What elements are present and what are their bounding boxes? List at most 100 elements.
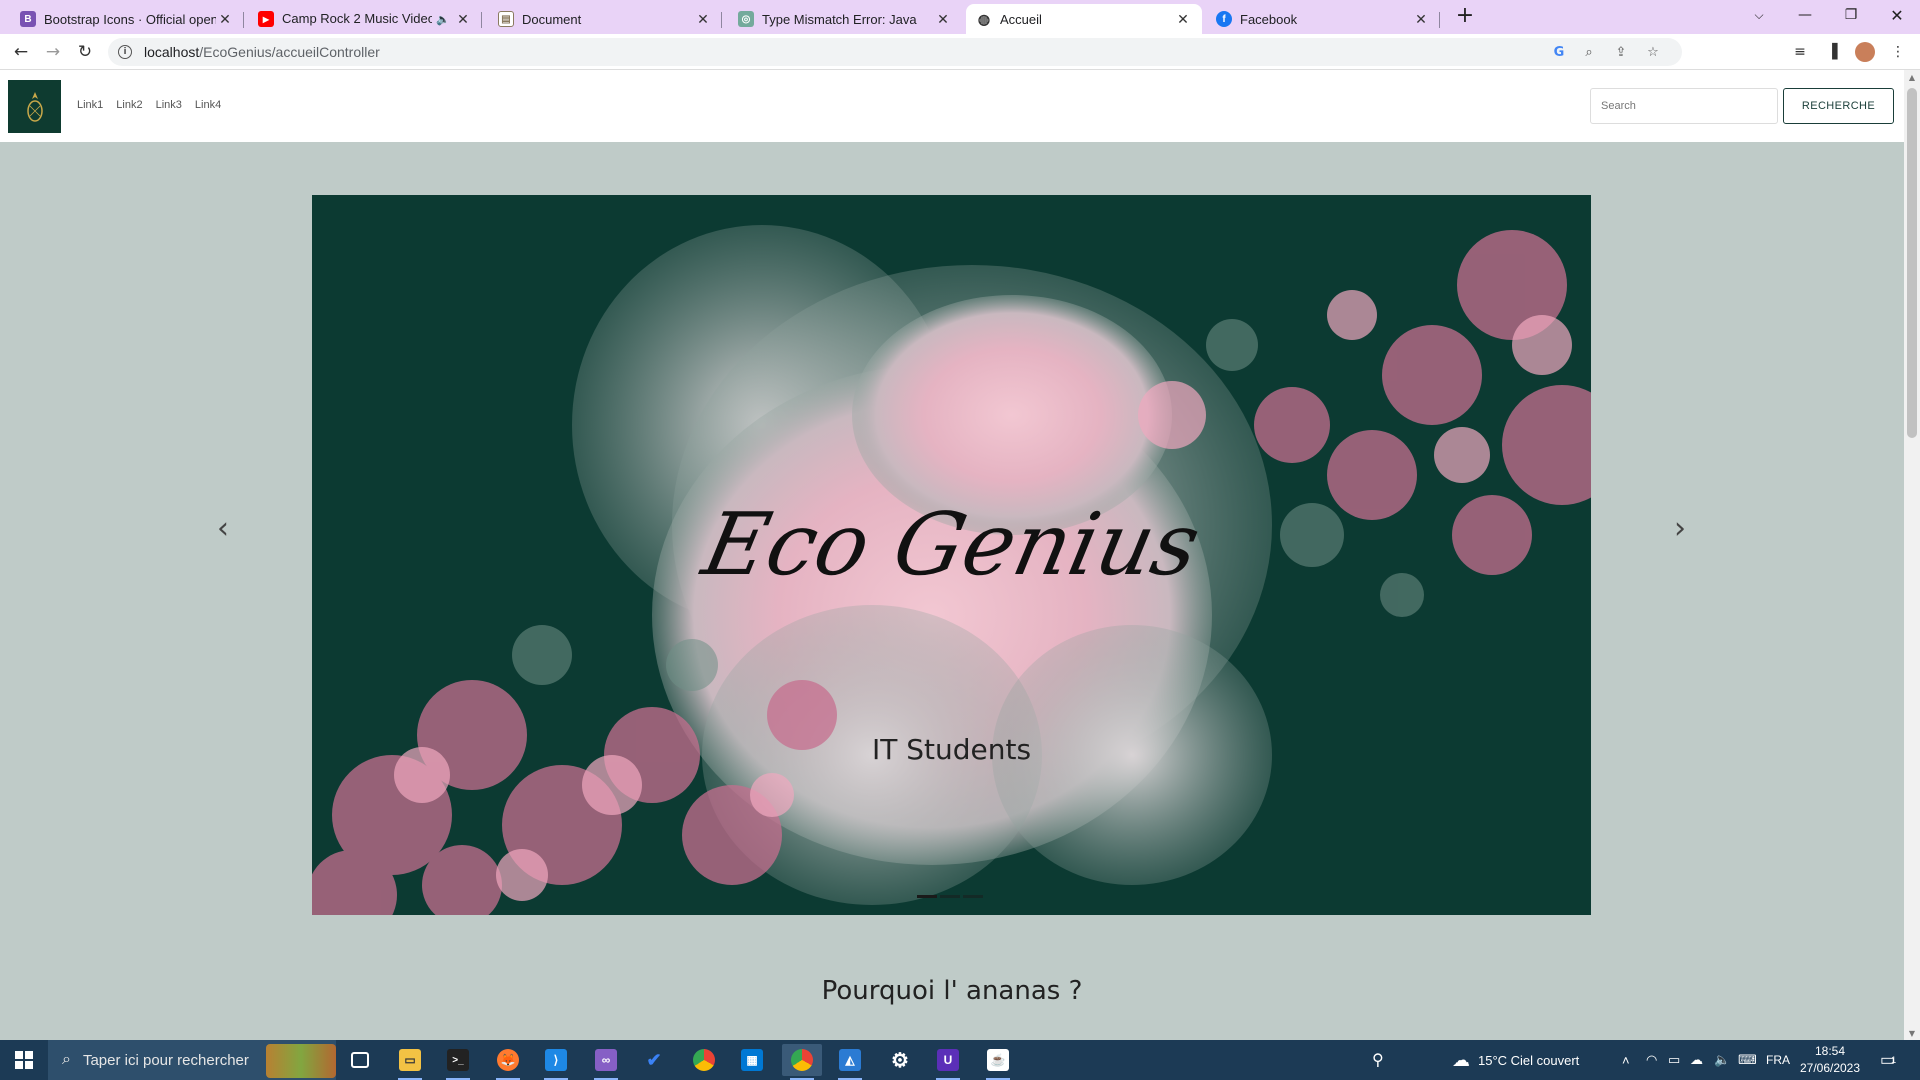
close-icon[interactable]: ✕: [694, 11, 712, 28]
tab-title: Camp Rock 2 Music Videos 🎵: [282, 11, 433, 26]
google-lens-icon[interactable]: G: [1550, 43, 1568, 61]
clock-time: 18:54: [1814, 1044, 1846, 1058]
carousel-prev-icon[interactable]: ‹: [208, 508, 238, 548]
tab-search-chevron-icon[interactable]: ⌵: [1736, 0, 1782, 30]
nav-link-2[interactable]: Link2: [116, 99, 142, 111]
todo-icon[interactable]: ✔: [634, 1044, 674, 1076]
tab-accueil[interactable]: ◍ Accueil ✕: [966, 4, 1202, 34]
tray-chevron-icon[interactable]: ˄: [1622, 1040, 1630, 1080]
chrome-icon[interactable]: [684, 1044, 724, 1076]
reading-list-icon[interactable]: ≡: [1790, 42, 1810, 62]
onedrive-icon[interactable]: ☁: [1690, 1040, 1703, 1080]
audio-playing-icon[interactable]: 🔈: [436, 13, 450, 26]
share-icon[interactable]: ⇪: [1612, 43, 1630, 61]
tab-document[interactable]: ▤ Document ✕: [488, 4, 722, 34]
java-icon[interactable]: ☕: [978, 1044, 1018, 1080]
close-icon[interactable]: ✕: [216, 11, 234, 28]
terminal-icon[interactable]: >_: [438, 1044, 478, 1080]
carousel-next-icon[interactable]: ›: [1665, 508, 1695, 548]
scroll-up-icon[interactable]: ▲: [1904, 70, 1920, 84]
url-text[interactable]: localhost/EcoGenius/accueilController: [144, 44, 380, 60]
visual-studio-icon[interactable]: ∞: [586, 1044, 626, 1080]
site-logo[interactable]: [8, 80, 61, 133]
bookmark-star-icon[interactable]: ☆: [1644, 43, 1662, 61]
side-panel-icon[interactable]: ▐: [1822, 42, 1842, 62]
windows-start-button[interactable]: [0, 1040, 48, 1080]
tab-facebook[interactable]: f Facebook ✕: [1206, 4, 1440, 34]
tab-bootstrap-icons[interactable]: B Bootstrap Icons · Official open so ✕: [10, 4, 244, 34]
carousel-subtitle: IT Students: [871, 733, 1032, 766]
site-info-icon[interactable]: i: [118, 45, 132, 59]
firefox-icon[interactable]: 🦊: [488, 1044, 528, 1080]
language-indicator[interactable]: FRA: [1766, 1040, 1790, 1080]
url-path: /EcoGenius/accueilController: [199, 44, 380, 60]
pineapple-logo-icon: [26, 91, 43, 122]
file-explorer-icon[interactable]: ▭: [390, 1044, 430, 1080]
carousel-indicator-2[interactable]: [940, 895, 960, 898]
windows-taskbar: ⌕ Taper ici pour rechercher ▭ >_ 🦊 ⟩ ∞ ✔…: [0, 1040, 1920, 1080]
search-input[interactable]: Search: [1590, 88, 1778, 124]
ultraedit-icon[interactable]: U: [928, 1044, 968, 1080]
people-icon[interactable]: ⚲: [1372, 1040, 1384, 1080]
chrome-active-icon[interactable]: [782, 1044, 822, 1080]
search-icon: ⌕: [62, 1051, 71, 1068]
tab-title: Accueil: [1000, 11, 1042, 27]
nav-link-3[interactable]: Link3: [156, 99, 182, 111]
page-scrollbar[interactable]: ▲ ▼: [1904, 70, 1920, 1040]
menu-kebab-icon[interactable]: ⋮: [1888, 42, 1908, 62]
scrollbar-thumb[interactable]: [1907, 88, 1917, 438]
search-button[interactable]: RECHERCHE: [1783, 88, 1894, 124]
carousel-indicator-1[interactable]: [917, 895, 937, 898]
taskbar-search-placeholder: Taper ici pour rechercher: [82, 1051, 249, 1069]
notification-center-icon[interactable]: ▭ 1: [1880, 1040, 1896, 1080]
close-icon[interactable]: ✕: [1174, 11, 1192, 28]
url-host: localhost: [144, 44, 200, 60]
nav-link-1[interactable]: Link1: [77, 99, 103, 111]
notification-count: 1: [1891, 1055, 1897, 1065]
tab-title: Facebook: [1240, 11, 1298, 27]
search-highlight-image: [266, 1044, 336, 1078]
wifi-icon[interactable]: ◠: [1646, 1040, 1657, 1080]
restore-button[interactable]: ❐: [1828, 0, 1874, 30]
tab-title: Document: [522, 11, 582, 27]
task-view-icon[interactable]: [340, 1044, 380, 1076]
nav-link-4[interactable]: Link4: [195, 99, 221, 111]
close-icon[interactable]: ✕: [1412, 11, 1430, 28]
page-viewport: Link1 Link2 Link3 Link4 Search RECHERCHE: [0, 70, 1904, 1040]
browser-toolbar: ← → ↻ i localhost/EcoGenius/accueilContr…: [0, 34, 1920, 70]
volume-icon[interactable]: 🔈: [1714, 1040, 1730, 1080]
profile-avatar[interactable]: [1855, 42, 1875, 62]
weather-widget[interactable]: ☁ 15°C Ciel couvert: [1452, 1040, 1579, 1080]
carousel-indicator-3[interactable]: [963, 895, 983, 898]
forward-button[interactable]: →: [41, 40, 65, 64]
reload-button[interactable]: ↻: [73, 40, 97, 64]
document-icon: ▤: [498, 11, 514, 27]
photos-icon[interactable]: ◭: [830, 1044, 870, 1080]
chatgpt-icon: ◎: [738, 11, 754, 27]
close-icon[interactable]: ✕: [934, 11, 952, 28]
system-clock[interactable]: 18:54 27/06/2023: [1795, 1043, 1865, 1077]
tab-title: Type Mismatch Error: Java: [762, 11, 917, 27]
microsoft-store-icon[interactable]: ▦: [732, 1044, 772, 1076]
youtube-icon: ▶: [258, 11, 274, 27]
back-button[interactable]: ←: [9, 40, 33, 64]
cloud-weather-icon: ☁: [1452, 1049, 1470, 1070]
carousel-title: Eco Genius: [694, 495, 1209, 595]
vscode-icon[interactable]: ⟩: [536, 1044, 576, 1080]
address-bar[interactable]: i localhost/EcoGenius/accueilController …: [108, 38, 1682, 66]
minimize-button[interactable]: —: [1782, 0, 1828, 30]
zoom-icon[interactable]: ⌕: [1580, 43, 1598, 61]
close-window-button[interactable]: ✕: [1874, 0, 1920, 30]
scroll-down-icon[interactable]: ▼: [1904, 1026, 1920, 1040]
close-icon[interactable]: ✕: [454, 11, 472, 28]
tab-type-mismatch[interactable]: ◎ Type Mismatch Error: Java ✕: [728, 4, 962, 34]
battery-icon[interactable]: ▭: [1668, 1040, 1680, 1080]
new-tab-button[interactable]: +: [1442, 0, 1488, 30]
settings-gear-icon[interactable]: ⚙: [880, 1044, 920, 1076]
taskbar-search-box[interactable]: ⌕ Taper ici pour rechercher: [48, 1040, 336, 1080]
language-switcher-icon[interactable]: ⌨: [1738, 1040, 1757, 1080]
windows-logo-icon: [15, 1051, 33, 1069]
tab-camp-rock[interactable]: ▶ Camp Rock 2 Music Videos 🎵 🔈 ✕: [248, 4, 482, 34]
site-navbar: Link1 Link2 Link3 Link4 Search RECHERCHE: [0, 70, 1904, 142]
clock-date: 27/06/2023: [1799, 1061, 1861, 1075]
